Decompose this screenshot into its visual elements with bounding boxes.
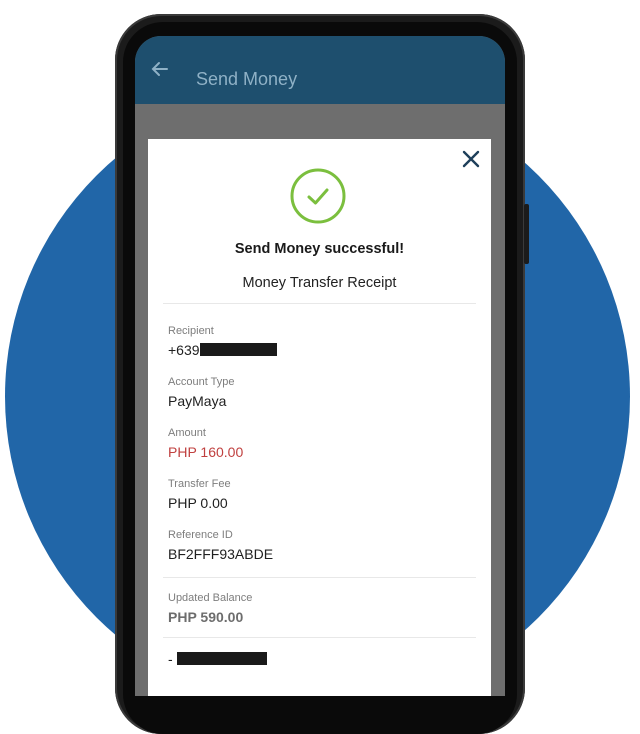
check-circle-icon <box>290 168 346 224</box>
account-type-label: Account Type <box>168 376 235 388</box>
reference-id-value: BF2FFF93ABDE <box>168 546 274 562</box>
success-message: Send Money successful! <box>234 241 405 257</box>
recipient-number: +639 <box>168 342 200 358</box>
redaction-bar <box>176 652 267 665</box>
receipt-title: Money Transfer Receipt <box>242 275 397 291</box>
phone-side-button <box>524 204 529 264</box>
close-icon[interactable] <box>461 149 481 169</box>
recipient-label: Recipient <box>168 325 214 337</box>
extra-value: - <box>168 651 267 667</box>
divider <box>163 637 476 638</box>
divider <box>163 303 476 304</box>
transfer-fee-label: Transfer Fee <box>168 478 231 490</box>
redaction-bar <box>199 343 277 356</box>
divider <box>163 577 476 578</box>
page-title: Send Money <box>196 69 298 89</box>
app-bar: Send Money <box>135 36 505 104</box>
reference-id-label: Reference ID <box>168 529 233 541</box>
recipient-value: +639 <box>168 342 277 358</box>
extra-prefix: - <box>168 651 173 667</box>
updated-balance-value: PHP 590.00 <box>168 609 244 625</box>
updated-balance-label: Updated Balance <box>168 592 253 604</box>
phone-screen: Send Money Send Money successful! Money … <box>135 36 505 696</box>
amount-label: Amount <box>168 427 206 439</box>
arrow-left-icon[interactable] <box>149 58 171 80</box>
account-type-value: PayMaya <box>168 393 227 409</box>
amount-value: PHP 160.00 <box>168 444 244 460</box>
receipt-dialog: Send Money successful! Money Transfer Re… <box>148 139 491 696</box>
transfer-fee-value: PHP 0.00 <box>168 495 228 511</box>
